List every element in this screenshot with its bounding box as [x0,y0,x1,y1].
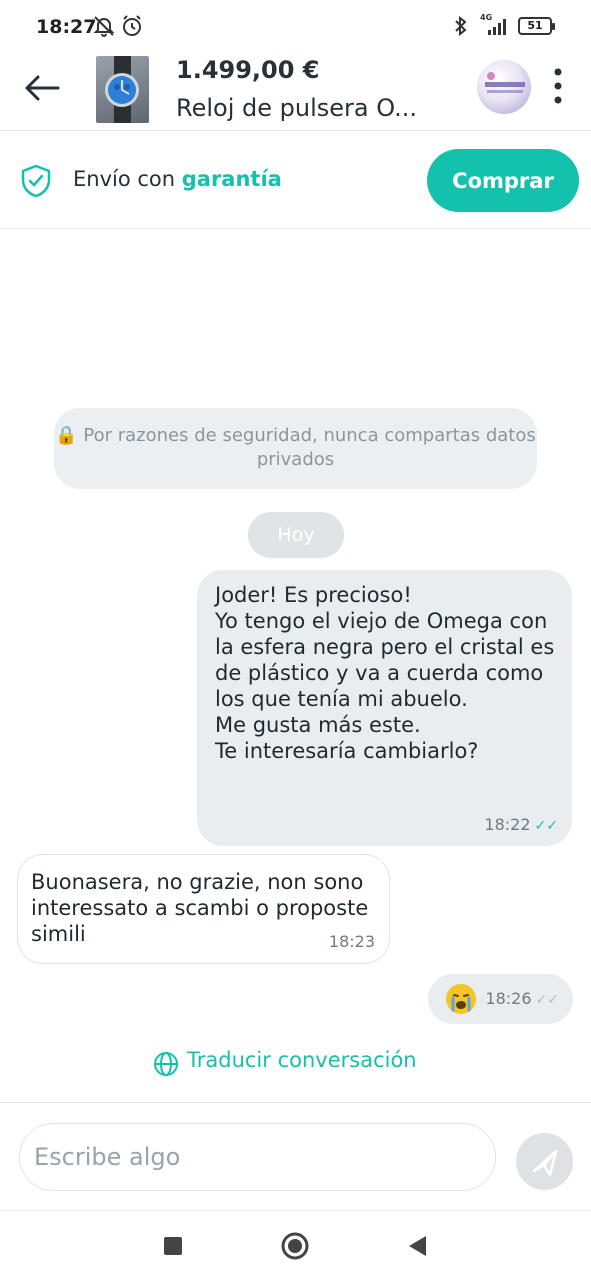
product-thumbnail[interactable] [96,56,149,123]
system-navigation-bar [0,1210,591,1280]
bluetooth-icon [452,14,470,42]
translate-conversation-link[interactable]: Traducir conversación [152,1048,417,1076]
back-triangle-icon [409,1236,426,1256]
alarm-icon [120,14,144,42]
guarantee-text: Envío con garantía [73,167,282,191]
recents-button[interactable] [156,1229,190,1263]
composer-bar [0,1102,591,1210]
home-circle-icon [281,1232,309,1260]
buy-button[interactable]: Comprar [427,149,579,212]
message-time: 18:22 [484,815,531,834]
message-text: Joder! Es precioso! Yo tengo el viejo de… [215,583,555,763]
guarantee-prefix: Envío con [73,167,182,191]
message-outgoing[interactable]: Joder! Es precioso! Yo tengo el viejo de… [197,570,572,846]
status-time: 18:27 [36,16,97,38]
message-meta: 18:22 ✓✓ [484,815,558,834]
message-outgoing-emoji[interactable]: 18:26 ✓✓ [428,974,573,1024]
message-meta: 18:26 ✓✓ [485,989,559,1008]
translate-globe-icon [152,1050,180,1083]
shield-check-icon [20,164,52,202]
lock-icon: 🔒 [55,425,78,446]
more-options-icon[interactable] [548,66,568,106]
battery-icon: 51 [518,17,555,35]
conversation-header: 1.499,00 € Reloj de pulsera O... [0,56,591,131]
status-bar: 18:27 4G 51 [0,0,591,56]
translate-label: Traducir conversación [187,1048,417,1072]
shipping-guarantee-bar: Envío con garantía Comprar [0,131,591,229]
security-notice: 🔒 Por razones de seguridad, nunca compar… [54,408,537,489]
notifications-off-icon [92,14,116,42]
signal-icon [486,16,510,40]
message-incoming[interactable]: Buonasera, no grazie, non sono interessa… [17,854,390,964]
home-button[interactable] [278,1229,312,1263]
message-time: 18:26 [485,989,532,1008]
message-text: Buonasera, no grazie, non sono interessa… [31,870,369,946]
day-separator: Hoy [248,512,344,558]
send-button[interactable] [516,1133,573,1190]
read-double-check-icon: ✓✓ [534,818,558,834]
recents-square-icon [164,1237,182,1255]
guarantee-highlight[interactable]: garantía [182,167,282,191]
sent-double-check-icon: ✓✓ [535,992,559,1008]
send-icon [532,1149,558,1177]
message-time: 18:23 [328,932,375,951]
security-notice-text: Por razones de seguridad, nunca comparta… [83,425,536,470]
back-button[interactable] [400,1229,434,1263]
crying-face-icon [446,984,476,1014]
message-input[interactable] [19,1123,496,1191]
product-price: 1.499,00 € [176,56,320,84]
product-title[interactable]: Reloj de pulsera O... [176,94,417,122]
seller-avatar[interactable] [477,60,531,114]
back-arrow-icon[interactable] [22,68,66,108]
